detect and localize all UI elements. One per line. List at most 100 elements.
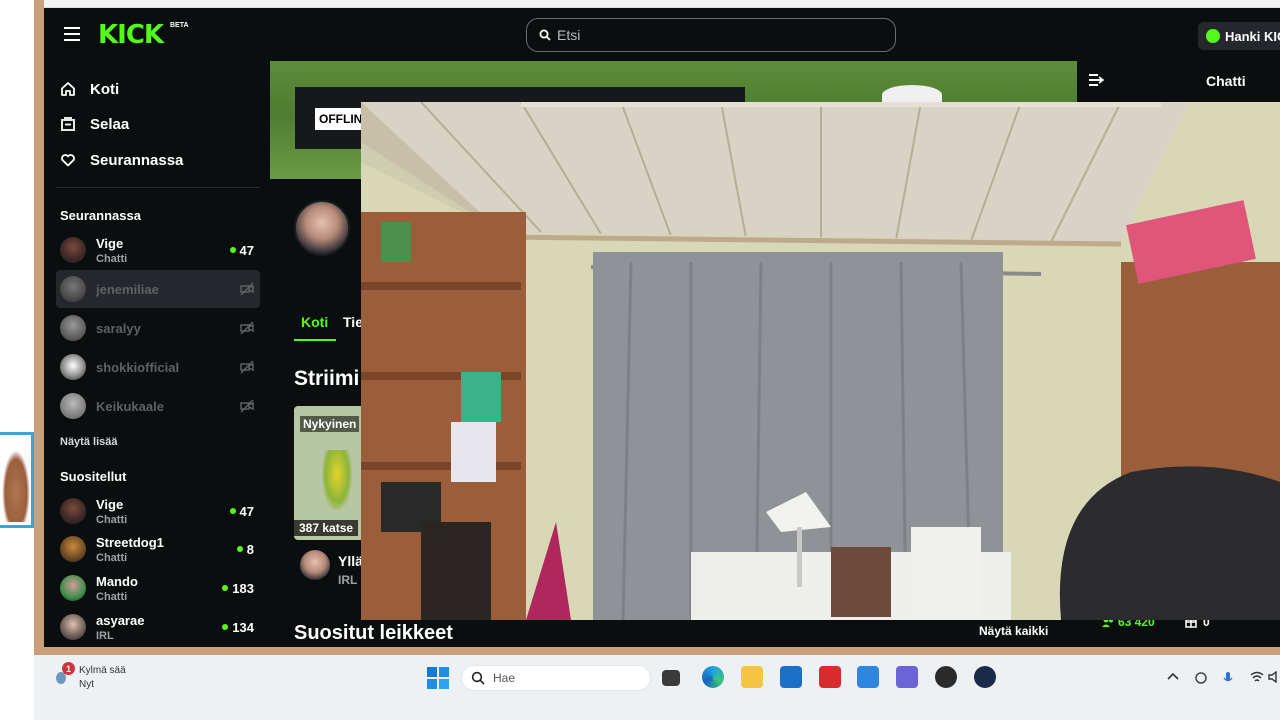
avatar [60, 237, 86, 263]
viewer-count: 8 [246, 541, 254, 557]
weather-widget[interactable]: Kylmä sää Nyt [79, 664, 126, 692]
menu-icon[interactable] [64, 27, 80, 41]
stream-card-thumbnail[interactable]: Nykyinen 387 katse [294, 406, 364, 540]
channel-item-keikukaale[interactable]: Keikukaale [56, 387, 260, 425]
viewer-count: 183 [232, 580, 254, 596]
nav-browse-label: Selaa [90, 115, 130, 133]
nav-browse[interactable]: Selaa [60, 112, 129, 136]
outlook-icon[interactable] [857, 666, 879, 688]
live-dot-icon [229, 508, 236, 514]
desktop-background [0, 0, 34, 655]
notification-badge: 1 [62, 662, 75, 675]
nav-following-label: Seurannassa [90, 151, 184, 169]
edge-icon[interactable] [702, 666, 724, 688]
stream-card-title[interactable]: Yllä [338, 553, 363, 569]
viewer-count: 47 [239, 503, 254, 519]
channel-item-shokkiofficial[interactable]: shokkiofficial [56, 348, 260, 386]
channel-category: IRL [96, 629, 114, 642]
wifi-icon[interactable] [1250, 671, 1264, 683]
file-explorer-icon[interactable] [741, 666, 763, 688]
teams-icon[interactable] [896, 666, 918, 688]
live-viewers: 134 [222, 620, 254, 635]
video-off-icon [240, 399, 254, 413]
search-bar[interactable] [526, 18, 896, 52]
live-viewers: 47 [229, 503, 254, 519]
obs-icon[interactable] [935, 666, 957, 688]
weather-sub: Nyt [79, 679, 94, 690]
stream-card-category[interactable]: IRL [338, 573, 357, 587]
avatar [60, 276, 86, 302]
home-icon [61, 82, 75, 96]
channel-item-jenemiliae[interactable]: jenemiliae [56, 270, 260, 308]
recommended-item-vige[interactable]: Vige Chatti 47 [56, 492, 260, 530]
browser-tab-strip [44, 0, 1280, 8]
avatar [60, 315, 86, 341]
store-icon[interactable] [780, 666, 802, 688]
steam-icon[interactable] [974, 666, 996, 688]
show-all-link[interactable]: Näytä kaikki [979, 624, 1048, 638]
streams-section-title: Striimi [294, 367, 360, 390]
current-stream-label: Nykyinen [300, 416, 360, 432]
recommended-item-mando[interactable]: Mando Chatti 183 [56, 569, 260, 607]
channel-name: Vige [96, 235, 124, 251]
thumbnail-flowers-image [322, 450, 352, 510]
recommended-item-asyarae[interactable]: asyarae IRL 134 [56, 608, 260, 646]
avatar [60, 393, 86, 419]
following-section-title: Seurannassa [60, 208, 141, 223]
tab-info[interactable]: Tie [343, 314, 363, 330]
channel-avatar[interactable] [294, 200, 350, 256]
kick-coin-icon [1206, 29, 1220, 43]
kick-logo[interactable]: KICK [98, 20, 164, 50]
live-dot-icon [222, 585, 229, 591]
search-icon [471, 671, 485, 685]
heart-icon [61, 154, 75, 167]
nav-home-label: Koti [90, 80, 120, 98]
get-kick-label: Hanki KIC [1225, 28, 1280, 44]
stream-card-avatar[interactable] [300, 550, 330, 580]
chat-header [1077, 61, 1280, 101]
clips-section-title: Suositut leikkeet [294, 622, 453, 644]
channel-item-saralyy[interactable]: saralyy [56, 309, 260, 347]
live-viewers: 8 [236, 541, 254, 557]
taskbar-search[interactable]: Hae [461, 665, 651, 691]
channel-category: Chatti [96, 252, 128, 265]
room-camera-image [361, 102, 1280, 620]
active-tab-indicator [294, 339, 336, 341]
show-more-link[interactable]: Näytä lisää [60, 436, 117, 448]
windows-start-icon[interactable] [427, 667, 449, 689]
task-view-icon[interactable] [662, 670, 680, 686]
recommended-section-title: Suositellut [60, 469, 127, 484]
chevron-up-icon[interactable] [1167, 671, 1179, 681]
webcam-overlay[interactable] [361, 102, 1280, 620]
channel-name: asyarae [96, 612, 145, 628]
nav-home[interactable]: Koti [60, 77, 119, 101]
channel-item-vige[interactable]: Vige Chatti 47 [56, 231, 260, 269]
live-viewers: 47 [229, 243, 254, 258]
avatar [60, 498, 86, 524]
chat-title: Chatti [1206, 73, 1246, 89]
channel-category: Chatti [96, 590, 128, 603]
avatar [60, 536, 86, 562]
microphone-icon[interactable] [1222, 671, 1234, 685]
desktop-widget-image [2, 450, 30, 522]
channel-name: Mando [96, 573, 138, 589]
collapse-chat-icon[interactable] [1088, 73, 1104, 87]
browse-icon [61, 117, 75, 131]
channel-name: Vige [96, 496, 124, 512]
live-viewers: 183 [222, 581, 254, 596]
volume-icon[interactable] [1268, 671, 1280, 683]
avatar [60, 354, 86, 380]
security-icon[interactable] [1194, 671, 1208, 685]
nav-following[interactable]: Seurannassa [60, 148, 183, 172]
channel-name: saralyy [96, 320, 141, 336]
recommended-item-streetdog1[interactable]: Streetdog1 Chatti 8 [56, 530, 260, 568]
get-kick-button[interactable]: Hanki KIC [1198, 22, 1280, 50]
red-l-app-icon[interactable] [819, 666, 841, 688]
video-off-icon [240, 321, 254, 335]
tab-home[interactable]: Koti [301, 314, 328, 330]
search-input[interactable] [557, 27, 857, 43]
taskbar [34, 655, 1280, 720]
channel-name: Streetdog1 [96, 534, 164, 550]
live-dot-icon [229, 247, 236, 253]
channel-category: Chatti [96, 551, 128, 564]
